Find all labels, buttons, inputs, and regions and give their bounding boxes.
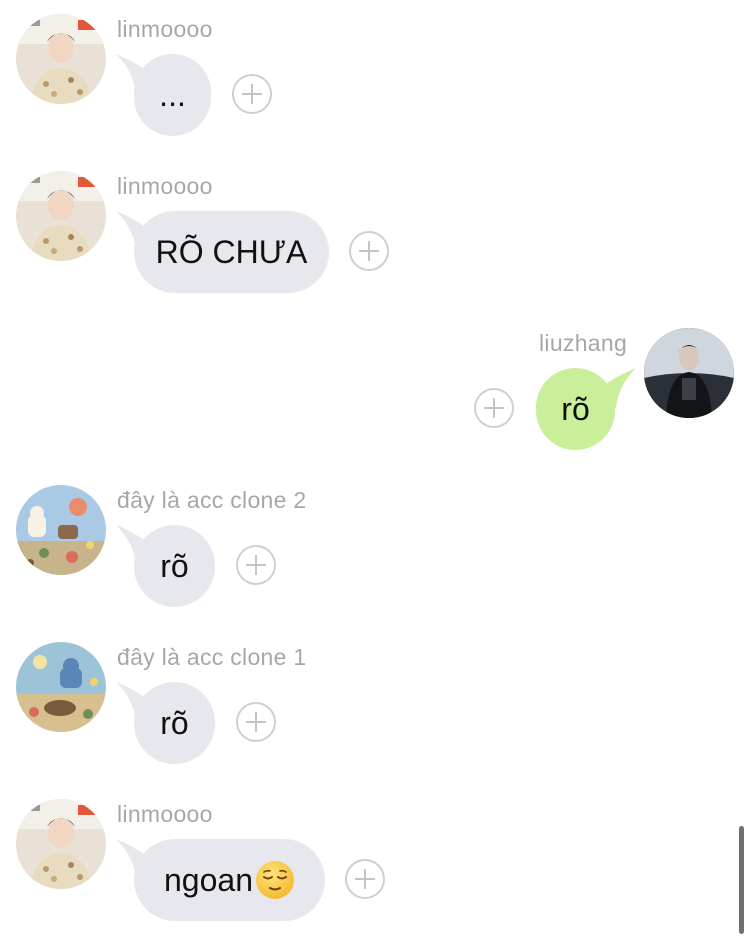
message-bubble[interactable]: ... xyxy=(134,54,211,136)
message-bubble-wrap: rõ xyxy=(116,682,215,764)
sender-name: linmoooo xyxy=(117,16,213,42)
message-bubble-wrap: ngoan xyxy=(116,839,325,921)
relieved-face-emoji xyxy=(255,861,294,899)
avatar-linmoooo[interactable] xyxy=(16,171,106,261)
message-bubble-wrap: rõ xyxy=(536,368,636,450)
message-row: đây là acc clone 1 rõ xyxy=(0,642,750,792)
message-bubble[interactable]: rõ xyxy=(134,525,215,607)
plus-circle-icon[interactable] xyxy=(232,74,272,114)
message-row: đây là acc clone 2 rõ xyxy=(0,485,750,635)
scrollbar[interactable] xyxy=(739,826,744,934)
sender-name: linmoooo xyxy=(117,801,213,827)
avatar-linmoooo[interactable] xyxy=(16,14,106,104)
chat-thread[interactable]: linmoooo ... linmoooo RÕ CHƯA liuzhang r… xyxy=(0,0,750,939)
avatar-liuzhang[interactable] xyxy=(644,328,734,418)
sender-name: đây là acc clone 1 xyxy=(117,644,307,670)
message-row: linmoooo ... xyxy=(0,14,750,164)
plus-circle-icon[interactable] xyxy=(236,545,276,585)
plus-circle-icon[interactable] xyxy=(236,702,276,742)
sender-name: liuzhang xyxy=(539,330,628,356)
plus-circle-icon[interactable] xyxy=(474,388,514,428)
message-row: liuzhang rõ xyxy=(0,328,750,478)
message-row: linmoooo ngoan xyxy=(0,799,750,939)
message-bubble[interactable]: RÕ CHƯA xyxy=(134,211,329,293)
avatar-linmoooo[interactable] xyxy=(16,799,106,889)
message-row: linmoooo RÕ CHƯA xyxy=(0,171,750,321)
avatar-acc-clone-2[interactable] xyxy=(16,485,106,575)
message-bubble-wrap: rõ xyxy=(116,525,215,607)
message-bubble-wrap: ... xyxy=(116,54,211,136)
sender-name: linmoooo xyxy=(117,173,213,199)
message-bubble[interactable]: rõ xyxy=(536,368,615,450)
message-text: ngoan xyxy=(164,861,253,898)
message-bubble-wrap: RÕ CHƯA xyxy=(116,211,329,293)
plus-circle-icon[interactable] xyxy=(349,231,389,271)
avatar-acc-clone-1[interactable] xyxy=(16,642,106,732)
plus-circle-icon[interactable] xyxy=(345,859,385,899)
sender-name: đây là acc clone 2 xyxy=(117,487,307,513)
message-bubble[interactable]: ngoan xyxy=(134,839,325,921)
message-bubble[interactable]: rõ xyxy=(134,682,215,764)
